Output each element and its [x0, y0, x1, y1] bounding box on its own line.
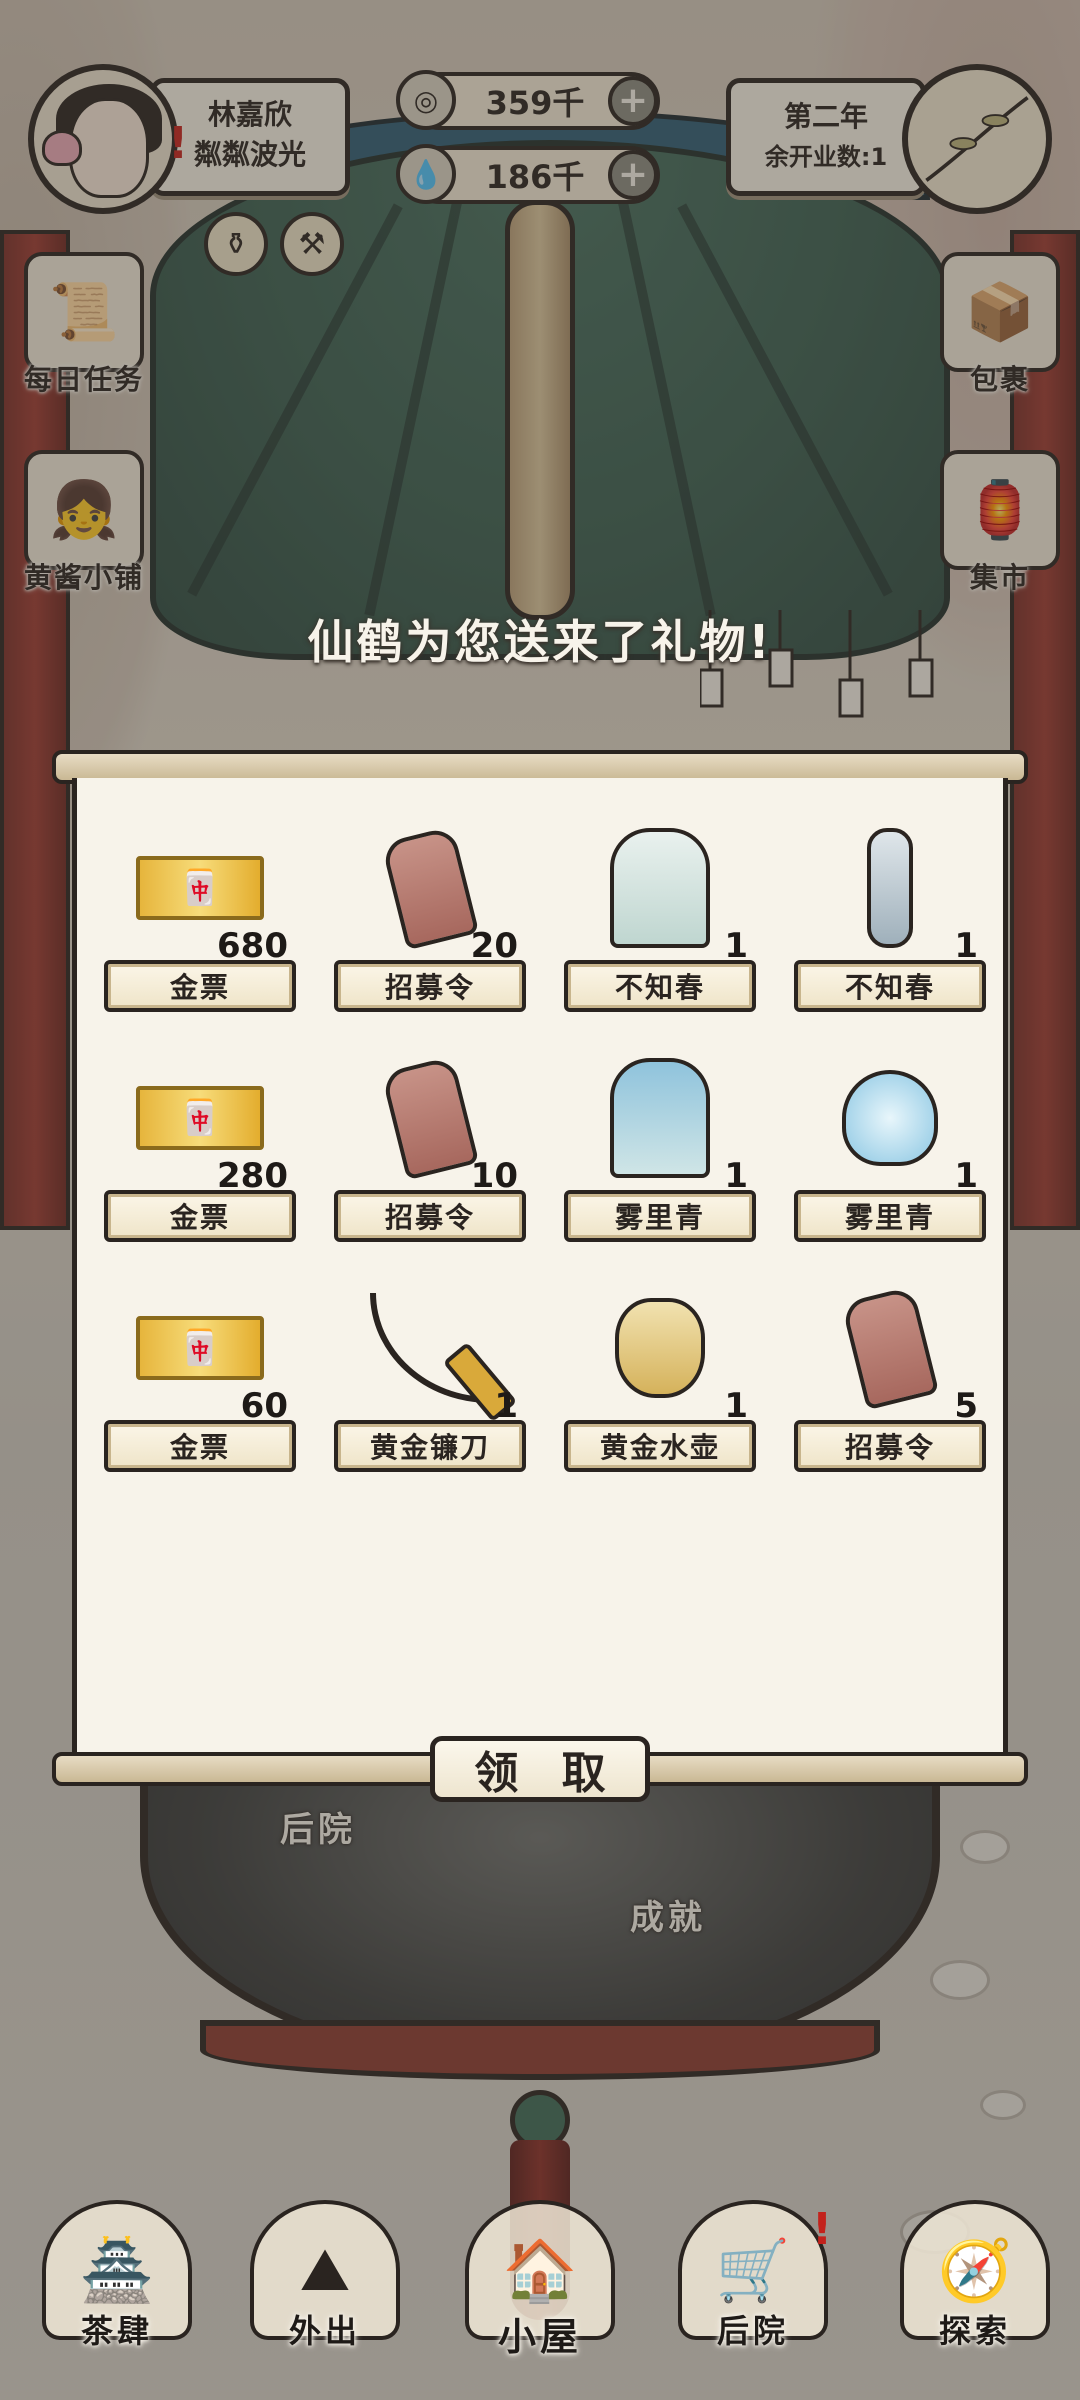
item-name: 招募令	[334, 960, 526, 1012]
gift-item[interactable]: 1 不知春	[560, 820, 760, 1020]
bottom-nav: 🏯 茶肆 ⛰ 外出 🏠 小屋 🛒 后院 ! 🧭 探索	[0, 2180, 1080, 2400]
teapot-icon	[590, 1288, 730, 1408]
item-name: 不知春	[794, 960, 986, 1012]
sickle-icon	[360, 1288, 500, 1408]
item-name: 黄金镰刀	[334, 1420, 526, 1472]
item-name: 招募令	[794, 1420, 986, 1472]
gift-item[interactable]: 1 黄金水壶	[560, 1280, 760, 1480]
lantern-ornament-icon	[820, 1058, 960, 1178]
gift-item[interactable]: 🀄 60 金票	[100, 1280, 300, 1480]
backyard-alert-icon: !	[812, 2204, 833, 2255]
gift-item[interactable]: 🀄 680 金票	[100, 820, 300, 1020]
gift-item[interactable]: 1 雾里青	[560, 1050, 760, 1250]
recruit-token-icon	[820, 1285, 960, 1411]
gift-item[interactable]: 20 招募令	[330, 820, 530, 1020]
item-name: 金票	[104, 960, 296, 1012]
item-name: 黄金水壶	[564, 1420, 756, 1472]
claim-button[interactable]: 领 取	[430, 1736, 650, 1802]
gift-item[interactable]: 5 招募令	[790, 1280, 990, 1480]
item-name: 不知春	[564, 960, 756, 1012]
gift-item[interactable]: 1 雾里青	[790, 1050, 990, 1250]
nav-teahouse[interactable]: 🏯 茶肆	[32, 2200, 202, 2390]
nav-explore[interactable]: 🧭 探索	[890, 2200, 1060, 2390]
gift-item[interactable]: 1 不知春	[790, 820, 990, 1020]
nav-label: 后院	[716, 2312, 789, 2350]
nav-label: 探索	[938, 2312, 1011, 2350]
item-name: 雾里青	[564, 1190, 756, 1242]
item-name: 招募令	[334, 1190, 526, 1242]
gift-title: 仙鹤为您送来了礼物!	[307, 615, 773, 669]
gift-item[interactable]: 🀄 280 金票	[100, 1050, 300, 1250]
robe-icon	[590, 828, 730, 948]
nav-outing[interactable]: ⛰ 外出	[240, 2200, 410, 2390]
nav-label: 茶肆	[80, 2312, 153, 2350]
gift-item[interactable]: 1 黄金镰刀	[330, 1280, 530, 1480]
nav-label: 外出	[288, 2312, 361, 2350]
dress-icon	[590, 1058, 730, 1178]
item-name: 雾里青	[794, 1190, 986, 1242]
hairpin-icon	[820, 828, 960, 948]
gift-item[interactable]: 10 招募令	[330, 1050, 530, 1250]
item-name: 金票	[104, 1190, 296, 1242]
item-name: 金票	[104, 1420, 296, 1472]
nav-cottage[interactable]: 🏠 小屋	[455, 2200, 625, 2390]
nav-label: 小屋	[497, 2315, 582, 2359]
